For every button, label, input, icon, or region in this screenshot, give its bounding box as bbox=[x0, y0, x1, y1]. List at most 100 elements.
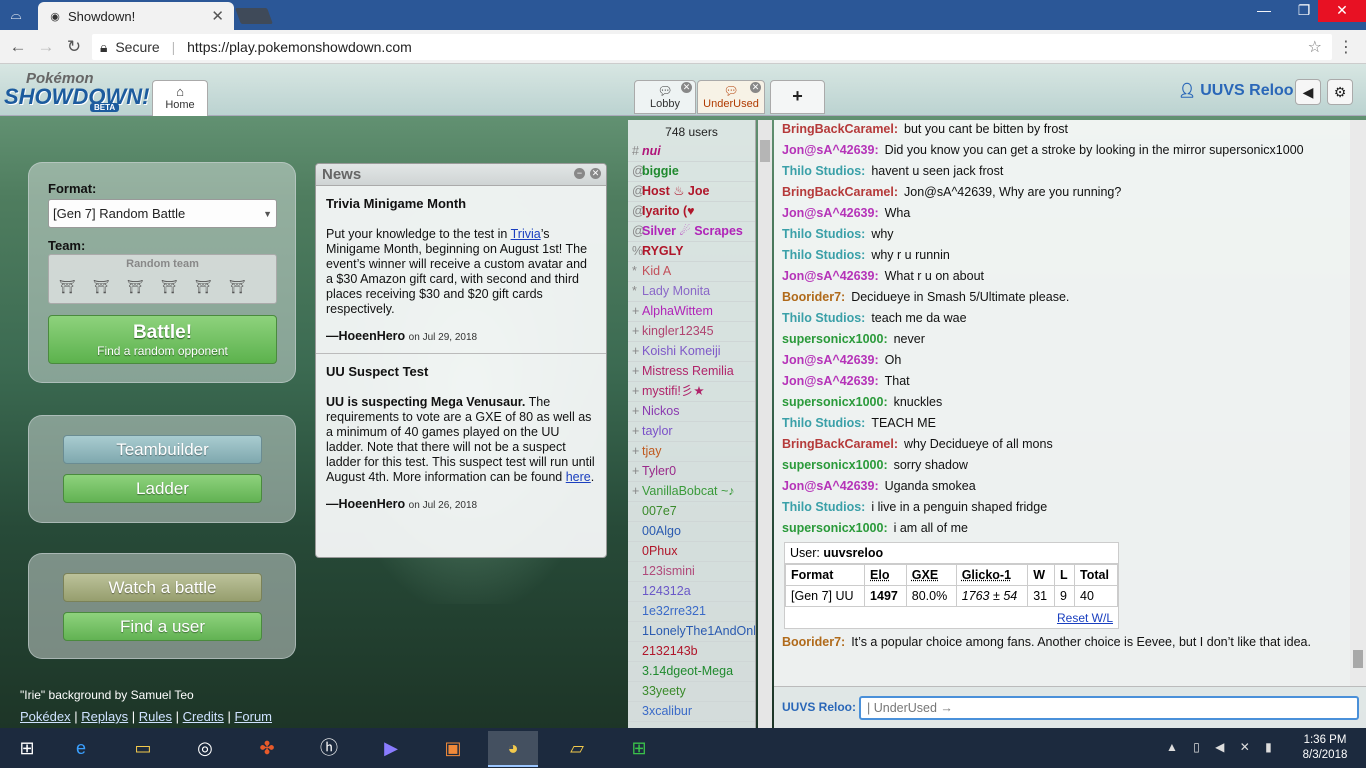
user-list-item[interactable]: * Kid A bbox=[628, 262, 755, 282]
options-button[interactable]: ⚙ bbox=[1327, 79, 1353, 105]
url-bar[interactable]: 🔒︎ Secure | https://play.pokemonshowdown… bbox=[92, 34, 1332, 60]
rules-link[interactable]: Rules bbox=[139, 709, 172, 724]
chat-input[interactable]: | UnderUsed → bbox=[859, 696, 1359, 720]
hp-app-icon[interactable]: ⓗ bbox=[304, 731, 354, 767]
chat-scrollbar[interactable] bbox=[1350, 120, 1366, 686]
chat-username[interactable]: supersonicx1000: bbox=[782, 395, 888, 409]
user-list-item[interactable]: 123ismini bbox=[628, 562, 755, 582]
webcam-app-icon[interactable]: ◎ bbox=[180, 731, 230, 767]
chat-username[interactable]: BringBackCaramel: bbox=[782, 437, 898, 451]
user-list-item[interactable]: 1e32rre321 bbox=[628, 602, 755, 622]
user-list-item[interactable]: + VanillaBobcat ~♪ bbox=[628, 482, 755, 502]
credits-link[interactable]: Credits bbox=[183, 709, 224, 724]
folder-icon[interactable]: ▱ bbox=[552, 731, 602, 767]
reload-icon[interactable]: ↻ bbox=[64, 37, 84, 57]
chat-username[interactable]: Thilo Studios: bbox=[782, 416, 865, 430]
user-list-item[interactable]: # nui bbox=[628, 142, 755, 162]
chat-username[interactable]: BringBackCaramel: bbox=[782, 185, 898, 199]
user-list-item[interactable]: * Lady Monita bbox=[628, 282, 755, 302]
user-list-item[interactable]: + mystifi!彡★ bbox=[628, 382, 755, 402]
watch-battle-button[interactable]: Watch a battle bbox=[63, 573, 262, 602]
add-room-button[interactable]: + bbox=[770, 80, 825, 114]
user-list-item[interactable]: + Mistress Remilia bbox=[628, 362, 755, 382]
user-list-item[interactable]: 33yeety bbox=[628, 682, 755, 702]
reset-wl-link[interactable]: Reset W/L bbox=[1057, 611, 1113, 625]
internet-explorer-icon[interactable]: e bbox=[56, 731, 106, 767]
close-tab-icon[interactable]: ✕ bbox=[211, 7, 224, 25]
sound-button[interactable]: ◀ bbox=[1295, 79, 1321, 105]
user-list-item[interactable]: 3xcalibur bbox=[628, 702, 755, 722]
user-list-item[interactable]: + Koishi Komeiji bbox=[628, 342, 755, 362]
browser-tab[interactable]: ◉ Showdown! ✕ bbox=[38, 2, 234, 30]
user-list-item[interactable]: @biggie bbox=[628, 162, 755, 182]
user-list-item[interactable]: 2132143b bbox=[628, 642, 755, 662]
pokedex-link[interactable]: Pokédex bbox=[20, 709, 71, 724]
forum-link[interactable]: Forum bbox=[234, 709, 272, 724]
teambuilder-button[interactable]: Teambuilder bbox=[63, 435, 262, 464]
chat-username[interactable]: Boorider7: bbox=[782, 290, 845, 304]
browser-menu-icon[interactable]: ⋮ bbox=[1338, 37, 1354, 57]
chat-username[interactable]: supersonicx1000: bbox=[782, 332, 888, 346]
close-news-icon[interactable]: ✕ bbox=[590, 168, 601, 179]
forward-arrow-icon[interactable]: → bbox=[36, 37, 56, 57]
here-link[interactable]: here bbox=[566, 470, 591, 484]
store-icon[interactable]: ⊞ bbox=[614, 731, 664, 767]
tab-underused[interactable]: 💬︎ UnderUsed ✕ bbox=[697, 80, 765, 114]
user-list-item[interactable]: 1LonelyThe1AndOnly bbox=[628, 622, 755, 642]
chat-username[interactable]: Jon@sA^42639: bbox=[782, 479, 879, 493]
back-arrow-icon[interactable]: ← bbox=[8, 37, 28, 57]
close-underused-icon[interactable]: ✕ bbox=[750, 82, 761, 93]
chat-username[interactable]: Thilo Studios: bbox=[782, 227, 865, 241]
user-list-item[interactable]: + Tyler0 bbox=[628, 462, 755, 482]
scrollbar-thumb[interactable] bbox=[760, 140, 770, 162]
chat-username[interactable]: Jon@sA^42639: bbox=[782, 206, 879, 220]
media-player-icon[interactable]: ▶ bbox=[366, 731, 416, 767]
user-list-item[interactable]: + kingler12345 bbox=[628, 322, 755, 342]
chat-username[interactable]: Jon@sA^42639: bbox=[782, 353, 879, 367]
tab-home[interactable]: ⌂ Home bbox=[152, 80, 208, 116]
close-lobby-icon[interactable]: ✕ bbox=[681, 82, 692, 93]
user-list-item[interactable]: + AlphaWittem bbox=[628, 302, 755, 322]
user-list-item[interactable]: @Iyarito (♥ bbox=[628, 202, 755, 222]
user-list-item[interactable]: 124312a bbox=[628, 582, 755, 602]
file-explorer-icon[interactable]: ▭ bbox=[118, 731, 168, 767]
user-list-item[interactable]: + tjay bbox=[628, 442, 755, 462]
chat-username[interactable]: supersonicx1000: bbox=[782, 458, 888, 472]
user-list-item[interactable]: 007e7 bbox=[628, 502, 755, 522]
bookmark-star-icon[interactable]: ☆ bbox=[1308, 37, 1322, 57]
find-user-button[interactable]: Find a user bbox=[63, 612, 262, 641]
chat-username[interactable]: Thilo Studios: bbox=[782, 248, 865, 262]
chat-username[interactable]: Jon@sA^42639: bbox=[782, 143, 879, 157]
user-list-item[interactable]: @Host ♨ Joe bbox=[628, 182, 755, 202]
minimize-news-icon[interactable]: − bbox=[574, 168, 585, 179]
format-select[interactable]: [Gen 7] Random Battle ▼ bbox=[48, 199, 277, 228]
chrome-icon[interactable]: ◕ bbox=[488, 731, 538, 767]
replays-link[interactable]: Replays bbox=[81, 709, 128, 724]
trivia-link[interactable]: Trivia bbox=[511, 227, 541, 241]
chat-username[interactable]: supersonicx1000: bbox=[782, 521, 888, 535]
user-list-item[interactable]: 3.14dgeot-Mega bbox=[628, 662, 755, 682]
user-list-item[interactable]: 0Phux bbox=[628, 542, 755, 562]
user-list-scrollbar[interactable] bbox=[758, 120, 772, 728]
username-button[interactable]: 👤︎ UUVS Reloo bbox=[1178, 82, 1294, 100]
user-list-item[interactable]: + Nickos bbox=[628, 402, 755, 422]
close-window-icon[interactable]: ✕ bbox=[1318, 0, 1366, 22]
new-tab-button[interactable] bbox=[235, 8, 273, 24]
chat-username[interactable]: Thilo Studios: bbox=[782, 500, 865, 514]
user-list-item[interactable]: %RYGLY bbox=[628, 242, 755, 262]
team-select[interactable]: Random team ⛩ ⛩ ⛩ ⛩ ⛩ ⛩ bbox=[48, 254, 277, 304]
user-list-item[interactable]: @Silver ☄ Scrapes bbox=[628, 222, 755, 242]
chat-username[interactable]: Boorider7: bbox=[782, 635, 845, 649]
minimize-window-icon[interactable]: — bbox=[1244, 0, 1284, 22]
system-tray[interactable]: ▲ ▯ ◀ ✕ ▮ bbox=[1166, 740, 1278, 754]
start-windows-icon[interactable]: ⊞ bbox=[2, 731, 52, 767]
user-list-item[interactable]: 00Algo bbox=[628, 522, 755, 542]
puzzle-app-icon[interactable]: ✤ bbox=[242, 731, 292, 767]
chat-self-name[interactable]: UUVS Reloo: bbox=[782, 700, 856, 714]
taskbar-clock[interactable]: 1:36 PM 8/3/2018 bbox=[1290, 733, 1360, 763]
chat-username[interactable]: Thilo Studios: bbox=[782, 164, 865, 178]
showdown-logo[interactable]: Pokémon SHOWDOWN! BETA bbox=[4, 70, 149, 114]
scrollbar-thumb[interactable] bbox=[1353, 650, 1363, 668]
chat-username[interactable]: Jon@sA^42639: bbox=[782, 374, 879, 388]
chat-username[interactable]: BringBackCaramel: bbox=[782, 122, 898, 136]
